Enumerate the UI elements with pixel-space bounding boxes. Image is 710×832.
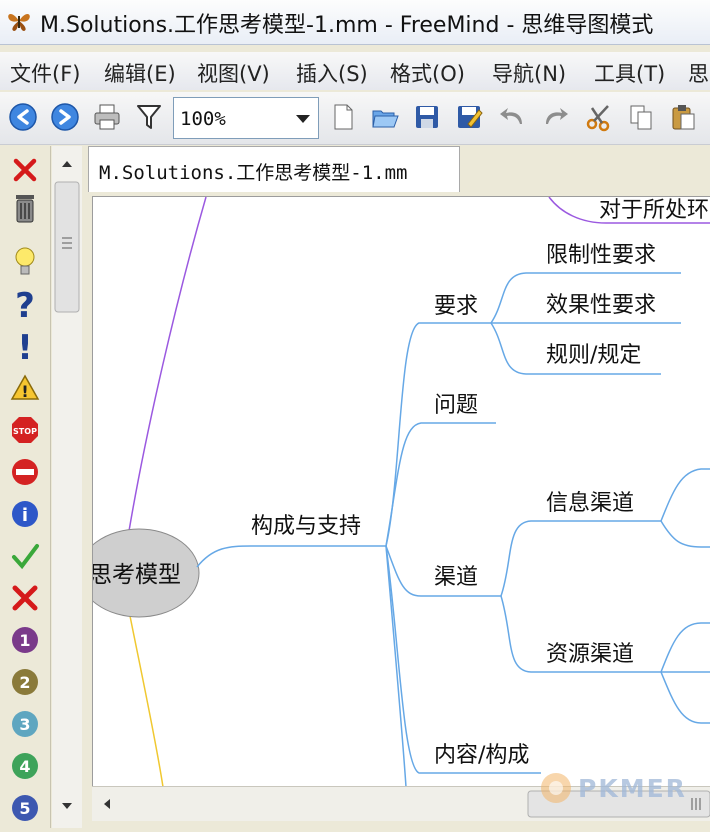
node-req-effect: 效果性要求 xyxy=(546,293,656,318)
cut-scissors-icon[interactable] xyxy=(582,100,616,134)
question-icon[interactable]: ? xyxy=(9,286,41,322)
svg-text:3: 3 xyxy=(19,715,30,734)
menu-navigate[interactable]: 导航(N) xyxy=(492,58,566,88)
no-entry-icon[interactable] xyxy=(9,454,41,490)
node-support: 构成与支持 xyxy=(251,514,361,539)
window-title: M.Solutions.工作思考模型-1.mm - FreeMind - 思维导… xyxy=(40,13,654,38)
icon-toolbar: ? ! ! STOP i 1 2 3 4 5 xyxy=(0,146,51,828)
priority-1-icon[interactable]: 1 xyxy=(9,622,41,658)
svg-text:5: 5 xyxy=(19,799,30,818)
mindmap-canvas[interactable]: 思考模型 构成与支持 要求 问题 渠道 内容/构成 限制性要求 效果性要求 规则… xyxy=(92,196,710,787)
svg-text:?: ? xyxy=(15,286,35,322)
node-info-channel: 信息渠道 xyxy=(546,491,634,516)
svg-text:2: 2 xyxy=(19,673,30,692)
menu-bar: 文件(F) 编辑(E) 视图(V) 插入(S) 格式(O) 导航(N) 工具(T… xyxy=(0,52,710,90)
node-question: 问题 xyxy=(434,393,478,418)
scroll-up-arrow-icon xyxy=(62,161,72,167)
root-node-label: 思考模型 xyxy=(93,562,181,588)
menu-format[interactable]: 格式(O) xyxy=(390,58,465,88)
priority-5-icon[interactable]: 5 xyxy=(9,790,41,826)
menu-edit[interactable]: 编辑(E) xyxy=(104,58,176,88)
undo-icon[interactable] xyxy=(496,100,530,134)
menu-tools[interactable]: 工具(T) xyxy=(594,58,665,88)
menu-insert[interactable]: 插入(S) xyxy=(296,58,368,88)
node-content: 内容/构成 xyxy=(434,743,529,768)
priority-4-icon[interactable]: 4 xyxy=(9,748,41,784)
zoom-value: 100% xyxy=(180,108,226,130)
new-document-icon[interactable] xyxy=(326,100,360,134)
priority-2-icon[interactable]: 2 xyxy=(9,664,41,700)
important-exclamation-icon[interactable]: ! xyxy=(9,328,41,364)
svg-text:!: ! xyxy=(17,328,33,364)
redo-icon[interactable] xyxy=(538,100,572,134)
svg-text:4: 4 xyxy=(19,757,30,776)
cross-icon[interactable] xyxy=(9,580,41,616)
node-requirement: 要求 xyxy=(434,294,478,319)
warning-icon[interactable]: ! xyxy=(9,370,41,406)
priority-3-icon[interactable]: 3 xyxy=(9,706,41,742)
save-as-icon[interactable] xyxy=(452,100,486,134)
menu-file[interactable]: 文件(F) xyxy=(10,58,80,88)
stop-sign-icon[interactable]: STOP xyxy=(9,412,41,448)
print-icon[interactable] xyxy=(90,100,124,134)
zoom-select[interactable]: 100% xyxy=(173,97,319,139)
filter-icon[interactable] xyxy=(132,100,166,134)
main-toolbar xyxy=(0,92,710,145)
title-bar: M.Solutions.工作思考模型-1.mm - FreeMind - 思维导… xyxy=(0,0,710,45)
chevron-down-icon xyxy=(296,115,310,123)
node-req-rules: 规则/规定 xyxy=(546,343,641,368)
mindmap-svg: 思考模型 构成与支持 要求 问题 渠道 内容/构成 限制性要求 效果性要求 规则… xyxy=(93,197,710,787)
svg-text:STOP: STOP xyxy=(13,427,37,436)
scroll-down-arrow-icon xyxy=(62,803,72,809)
trash-icon[interactable] xyxy=(9,190,41,226)
node-top-partial: 对于所处环 xyxy=(599,198,709,223)
copy-icon[interactable] xyxy=(624,100,658,134)
checkmark-icon[interactable] xyxy=(9,538,41,574)
scroll-left-arrow-icon xyxy=(104,799,110,809)
remove-all-icons-icon[interactable] xyxy=(9,152,41,188)
open-folder-icon[interactable] xyxy=(368,100,402,134)
pkmer-watermark: PKMER xyxy=(536,766,706,814)
node-channel: 渠道 xyxy=(434,565,478,590)
back-arrow-icon[interactable] xyxy=(6,100,40,134)
node-req-limit: 限制性要求 xyxy=(546,243,656,268)
node-resource-channel: 资源渠道 xyxy=(546,642,634,667)
idea-bulb-icon[interactable] xyxy=(9,244,41,280)
menu-mindmap[interactable]: 思 xyxy=(688,58,709,88)
svg-text:i: i xyxy=(22,505,28,526)
watermark-text: PKMER xyxy=(578,774,687,803)
info-icon[interactable]: i xyxy=(9,496,41,532)
tab-mindmap-file[interactable]: M.Solutions.工作思考模型-1.mm xyxy=(88,146,460,192)
yellow-branch-line xyxy=(128,610,164,787)
icon-toolbar-scrollbar[interactable] xyxy=(52,146,82,828)
freemind-butterfly-icon xyxy=(6,10,32,32)
menu-view[interactable]: 视图(V) xyxy=(197,58,270,88)
save-disk-icon[interactable] xyxy=(410,100,444,134)
svg-text:1: 1 xyxy=(19,631,30,650)
paste-clipboard-icon[interactable] xyxy=(666,100,700,134)
forward-arrow-icon[interactable] xyxy=(48,100,82,134)
scroll-thumb xyxy=(54,181,80,313)
tab-label: M.Solutions.工作思考模型-1.mm xyxy=(99,162,408,184)
purple-branch-line xyxy=(128,197,207,532)
svg-text:!: ! xyxy=(21,382,28,401)
